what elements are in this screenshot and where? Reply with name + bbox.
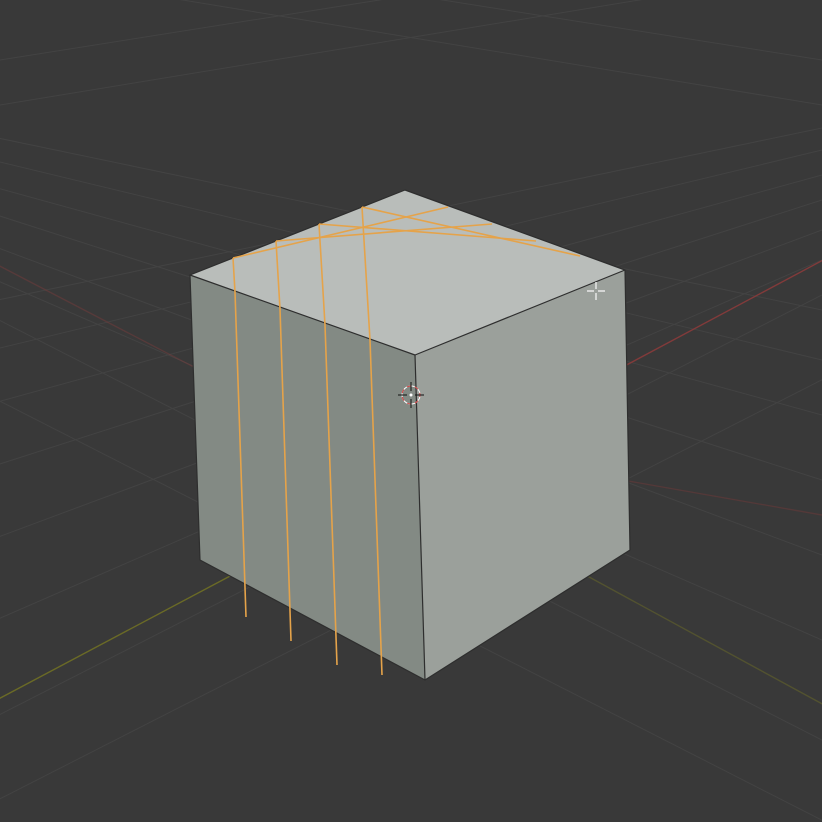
viewport-3d[interactable] — [0, 0, 822, 822]
